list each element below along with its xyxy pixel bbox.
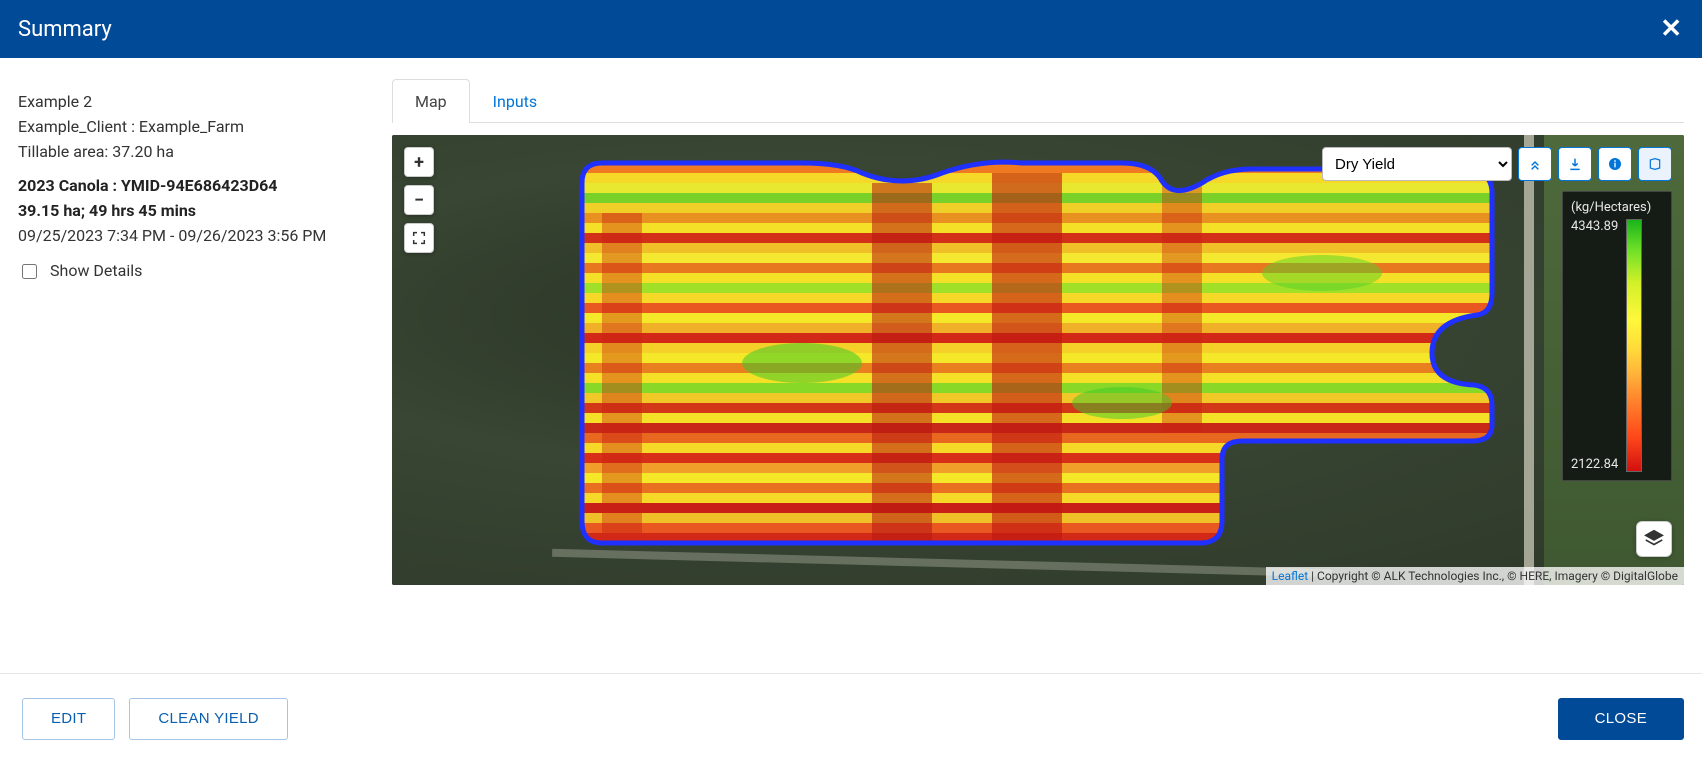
area-duration: 39.15 ha; 49 hrs 45 mins (18, 199, 374, 224)
modal-title: Summary (18, 17, 112, 42)
crop-id: 2023 Canola : YMID-94E686423D64 (18, 174, 374, 199)
legend-max: 4343.89 (1571, 219, 1618, 234)
map-road (1524, 135, 1534, 585)
map-container[interactable]: + − Dry Yield (392, 135, 1684, 585)
legend-panel: (kg/Hectares) 4343.89 2122.84 (1562, 191, 1672, 481)
info-icon[interactable] (1598, 147, 1632, 181)
legend-color-bar (1626, 219, 1642, 472)
show-details-label[interactable]: Show Details (50, 259, 142, 284)
details-panel: Example 2 Example_Client : Example_Farm … (0, 58, 392, 673)
field-name: Example 2 (18, 90, 374, 115)
legend-min: 2122.84 (1571, 457, 1618, 472)
boundary-icon[interactable] (1638, 147, 1672, 181)
attribution-text: | Copyright © ALK Technologies Inc., © H… (1308, 569, 1678, 583)
tab-inputs[interactable]: Inputs (470, 79, 560, 123)
modal-body: Example 2 Example_Client : Example_Farm … (0, 58, 1702, 673)
layers-button[interactable] (1636, 521, 1672, 557)
field-polygon (562, 153, 1512, 553)
download-icon[interactable] (1558, 147, 1592, 181)
clean-yield-button[interactable]: CLEAN YIELD (129, 698, 288, 740)
collapse-icon[interactable] (1518, 147, 1552, 181)
zoom-in-button[interactable]: + (404, 147, 434, 177)
zoom-out-button[interactable]: − (404, 185, 434, 215)
content-panel: Map Inputs (392, 58, 1702, 673)
map-toolbar: Dry Yield (1322, 147, 1672, 181)
tab-map[interactable]: Map (392, 79, 470, 123)
fullscreen-button[interactable] (404, 223, 434, 253)
layer-select[interactable]: Dry Yield (1322, 147, 1512, 181)
tillable-area: Tillable area: 37.20 ha (18, 140, 374, 165)
zoom-controls: + − (404, 147, 434, 253)
edit-button[interactable]: EDIT (22, 698, 115, 740)
tabs: Map Inputs (392, 78, 1684, 123)
modal-footer: EDIT CLEAN YIELD CLOSE (0, 673, 1702, 763)
map-attribution: Leaflet | Copyright © ALK Technologies I… (1266, 567, 1684, 585)
close-icon[interactable]: ✕ (1660, 16, 1682, 42)
client-farm: Example_Client : Example_Farm (18, 115, 374, 140)
show-details-checkbox[interactable] (22, 264, 37, 279)
modal-header: Summary ✕ (0, 0, 1702, 58)
date-range: 09/25/2023 7:34 PM - 09/26/2023 3:56 PM (18, 224, 374, 249)
legend-unit: (kg/Hectares) (1571, 200, 1663, 215)
leaflet-link[interactable]: Leaflet (1272, 569, 1308, 583)
close-button[interactable]: CLOSE (1558, 698, 1684, 740)
